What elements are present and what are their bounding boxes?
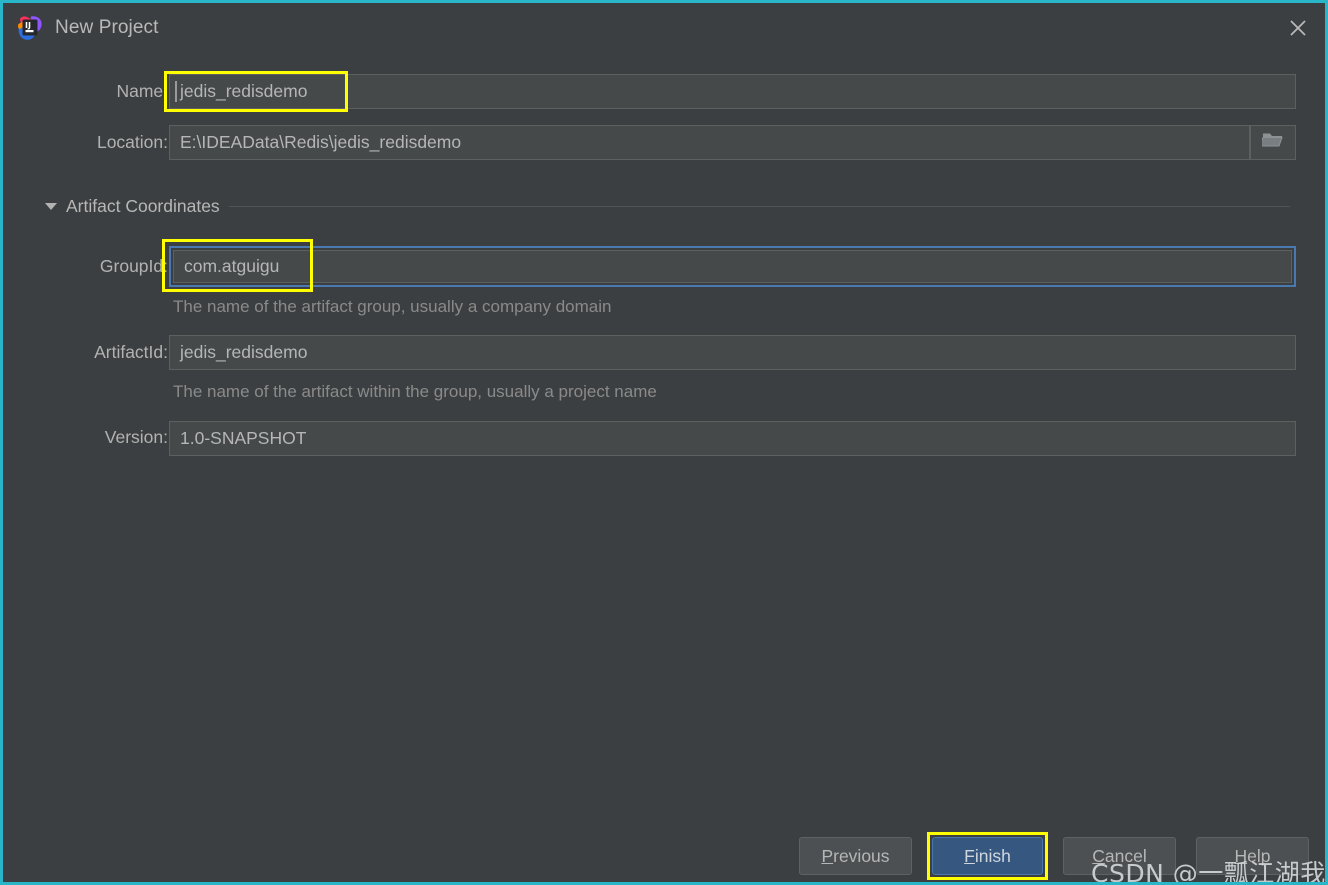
text-caret <box>175 81 177 102</box>
intellij-idea-logo-icon: IJ <box>17 15 43 41</box>
previous-button-label: revious <box>833 845 890 866</box>
name-input-value: jedis_redisdemo <box>180 81 308 101</box>
groupid-label: GroupId: <box>99 256 168 276</box>
section-divider <box>228 206 1290 207</box>
name-input[interactable]: jedis_redisdemo <box>169 74 1296 109</box>
artifactid-label: ArtifactId: <box>94 342 168 362</box>
name-label: Name: <box>116 81 168 101</box>
previous-button-mnemonic: P <box>821 845 834 866</box>
finish-button[interactable]: Finish <box>932 837 1043 875</box>
chevron-down-icon[interactable] <box>45 203 57 210</box>
previous-button[interactable]: Previous <box>799 837 912 875</box>
version-label: Version: <box>104 427 168 447</box>
location-input-value: E:\IDEAData\Redis\jedis_redisdemo <box>180 132 462 152</box>
artifact-coordinates-title: Artifact Coordinates <box>66 196 220 216</box>
version-input-value: 1.0-SNAPSHOT <box>180 428 307 448</box>
finish-button-label: inish <box>974 845 1011 866</box>
artifact-coordinates-section-header[interactable]: Artifact Coordinates <box>45 196 1290 217</box>
groupid-input-value: com.atguigu <box>184 256 280 276</box>
finish-button-mnemonic: F <box>964 845 975 866</box>
groupid-hint: The name of the artifact group, usually … <box>173 297 612 316</box>
svg-text:IJ: IJ <box>25 21 31 30</box>
location-browse-button[interactable] <box>1250 125 1296 160</box>
dialog-titlebar: IJ New Project <box>6 6 1325 50</box>
close-icon[interactable] <box>1268 6 1325 50</box>
location-input[interactable]: E:\IDEAData\Redis\jedis_redisdemo <box>169 125 1250 160</box>
new-project-dialog: IJ New Project Name: jedis_redisdemo Loc… <box>0 0 1328 885</box>
version-input[interactable]: 1.0-SNAPSHOT <box>169 421 1296 456</box>
artifactid-input-value: jedis_redisdemo <box>180 342 308 362</box>
folder-icon <box>1259 131 1284 154</box>
location-label: Location: <box>96 132 168 152</box>
groupid-input[interactable]: com.atguigu <box>173 250 1292 283</box>
artifactid-input[interactable]: jedis_redisdemo <box>169 335 1296 370</box>
artifactid-hint: The name of the artifact within the grou… <box>173 382 657 401</box>
csdn-watermark: CSDN @一瓢江湖我沉浮 <box>1091 859 1326 885</box>
dialog-title: New Project <box>55 17 159 38</box>
